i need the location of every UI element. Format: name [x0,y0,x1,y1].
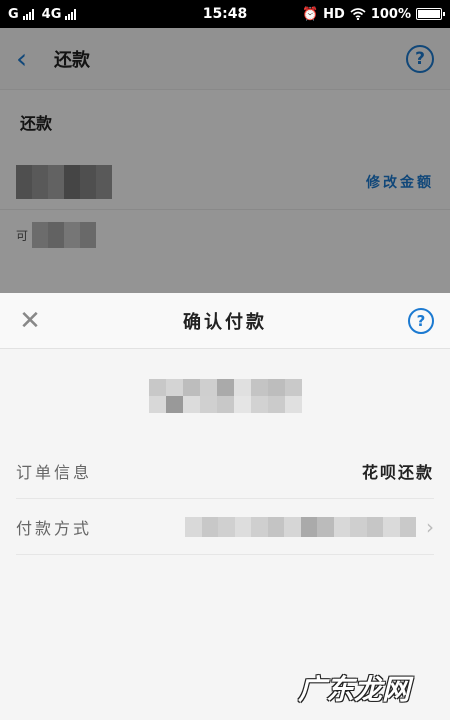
status-bar: G 4G 15:48 ⏰ HD 100% [0,0,450,28]
order-info-label: 订单信息 [16,462,93,482]
alarm-icon: ⏰ [301,6,319,22]
help-icon[interactable]: ? [408,307,434,334]
signal-icon [22,8,34,20]
confirm-payment-sheet: ✕ 确认付款 ? 订单信息 花呗还款 付款方式 › [0,293,450,720]
payment-method-label: 付款方式 [16,518,93,538]
payment-method-row[interactable]: 付款方式 › [16,499,434,555]
battery-text: 100% [370,6,411,22]
sheet-header: ✕ 确认付款 ? [0,293,450,349]
close-icon[interactable]: ✕ [16,306,44,336]
payment-amount [0,349,450,443]
status-left: G 4G [8,6,77,22]
carrier-2: 4G [41,6,62,22]
order-info-value: 花呗还款 [361,462,434,482]
redacted-payment-method [185,516,416,537]
redacted-payment-amount [148,379,302,413]
hd-indicator: HD [323,6,345,22]
sheet-title: 确认付款 [183,311,267,333]
order-info-row: 订单信息 花呗还款 [16,443,434,499]
watermark-logo: 广东龙网 [297,673,410,706]
signal-icon-2 [65,8,77,20]
chevron-right-icon: › [426,514,434,539]
carrier-1: G [8,6,19,22]
dim-overlay[interactable] [0,28,450,293]
battery-icon [416,8,445,20]
wifi-icon [350,8,366,20]
status-right: ⏰ HD 100% [301,6,445,22]
